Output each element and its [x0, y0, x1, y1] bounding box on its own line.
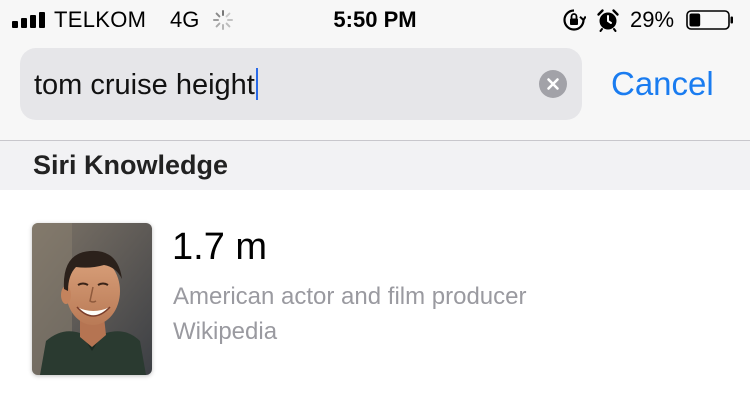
section-title: Siri Knowledge: [33, 150, 229, 180]
alarm-icon: [596, 8, 620, 32]
search-field[interactable]: tom cruise height: [20, 48, 582, 120]
section-header: Siri Knowledge: [0, 141, 750, 190]
result-thumbnail: [32, 223, 152, 375]
status-bar: TELKOM 4G 5:50 PM 29%: [0, 0, 750, 40]
clear-search-icon[interactable]: [539, 70, 567, 98]
rotation-lock-icon: [562, 8, 587, 32]
result-value: 1.7 m: [172, 226, 268, 268]
search-query-text: tom cruise height: [34, 69, 255, 101]
siri-knowledge-result[interactable]: 1.7 m American actor and film producer W…: [0, 190, 750, 402]
battery-percentage: 29%: [630, 7, 675, 32]
search-input[interactable]: tom cruise height: [34, 68, 258, 102]
text-caret: [255, 68, 258, 100]
cancel-button[interactable]: Cancel: [611, 65, 714, 103]
battery-icon: [686, 10, 734, 30]
result-source: Wikipedia: [173, 318, 278, 345]
result-description: American actor and film producer: [173, 283, 527, 310]
